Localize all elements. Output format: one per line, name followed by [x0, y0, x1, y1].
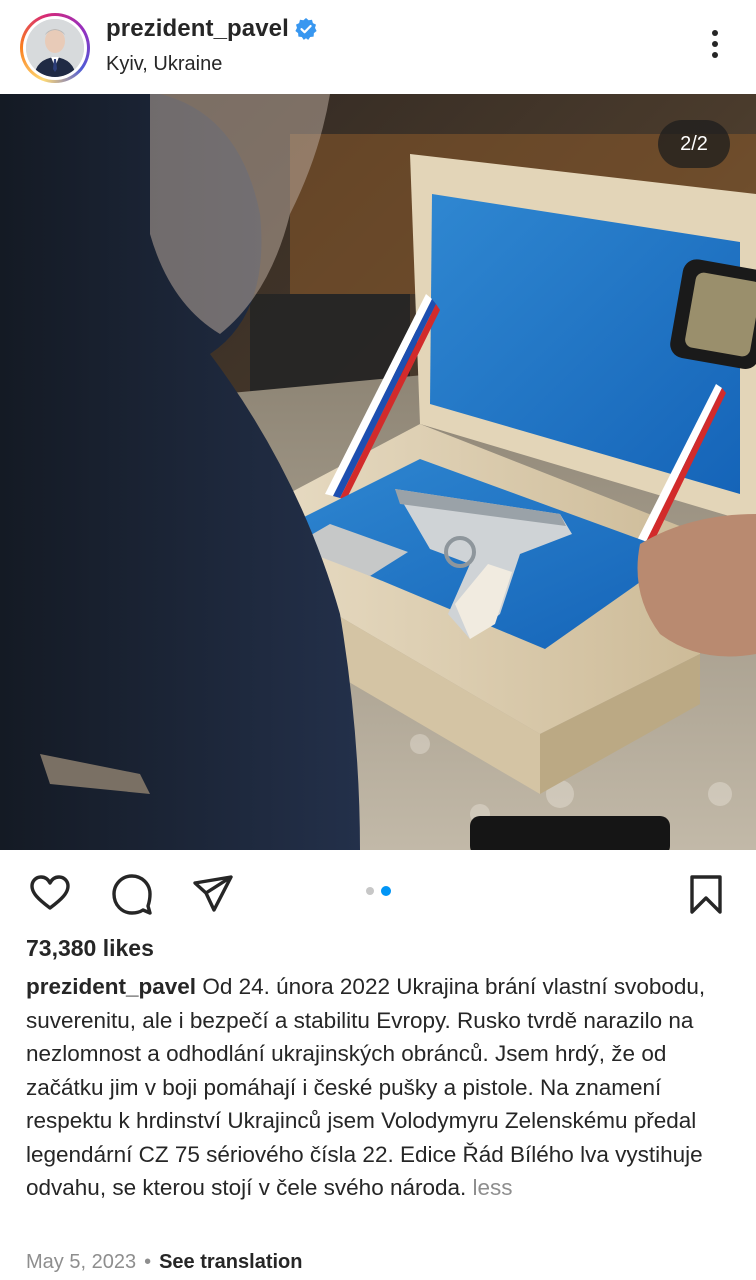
- less-link[interactable]: less: [473, 1175, 513, 1200]
- caption-text: Od 24. února 2022 Ukrajina brání vlastní…: [26, 974, 706, 1200]
- avatar[interactable]: [26, 19, 84, 77]
- post-header: prezident_pavel Kyiv, Ukraine: [0, 0, 756, 94]
- more-options-icon[interactable]: [700, 24, 730, 64]
- carousel-indicator: [366, 886, 396, 897]
- bookmark-icon[interactable]: [684, 872, 728, 916]
- share-icon[interactable]: [191, 872, 235, 916]
- carousel-dot-1: [366, 887, 374, 895]
- meta-separator: •: [144, 1251, 152, 1273]
- post-caption: prezident_pavel Od 24. února 2022 Ukraji…: [26, 970, 738, 1205]
- location-link[interactable]: Kyiv, Ukraine: [106, 53, 222, 76]
- username-link[interactable]: prezident_pavel: [106, 15, 289, 43]
- caption-username[interactable]: prezident_pavel: [26, 974, 196, 999]
- verified-badge-icon: [295, 18, 317, 40]
- like-count[interactable]: 73,380 likes: [26, 935, 154, 962]
- story-ring[interactable]: [20, 13, 90, 83]
- post-image[interactable]: 2/2: [0, 94, 756, 850]
- carousel-dot-2: [381, 886, 391, 896]
- comment-icon[interactable]: [110, 872, 154, 916]
- post-meta: May 5, 2023 • See translation: [26, 1251, 302, 1274]
- action-bar: [0, 850, 756, 934]
- heart-icon[interactable]: [28, 872, 72, 916]
- post-date: May 5, 2023: [26, 1251, 137, 1273]
- image-counter: 2/2: [658, 120, 730, 168]
- see-translation-link[interactable]: See translation: [159, 1251, 302, 1273]
